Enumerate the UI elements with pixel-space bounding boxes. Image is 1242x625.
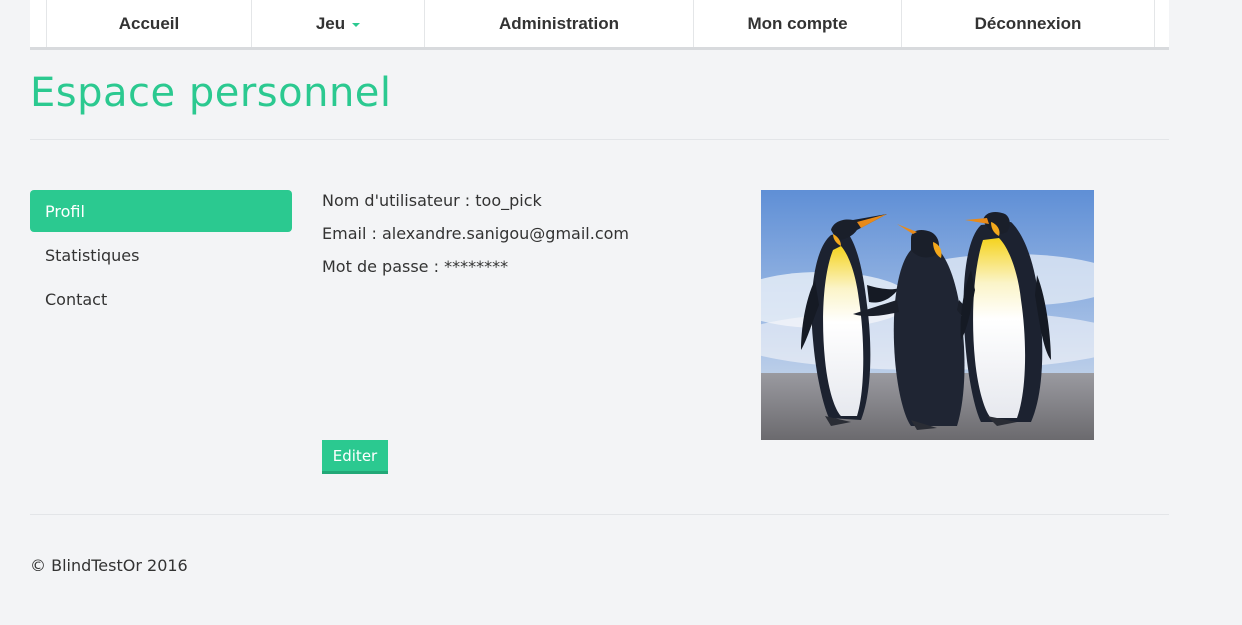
edit-button[interactable]: Editer — [322, 440, 388, 474]
sidebar-item-label: Statistiques — [45, 245, 140, 265]
navbar-left-edge — [30, 0, 47, 47]
footer-divider — [30, 514, 1169, 515]
nav-item-label: Mon compte — [747, 13, 848, 33]
sidebar-item-contact[interactable]: Contact — [30, 278, 292, 320]
page-title: Espace personnel — [30, 70, 392, 116]
nav-item-accueil[interactable]: Accueil — [47, 0, 252, 47]
nav-item-label: Déconnexion — [974, 13, 1082, 33]
profile-avatar-image — [761, 190, 1094, 440]
title-divider — [30, 139, 1169, 140]
sidebar-item-statistiques[interactable]: Statistiques — [30, 234, 292, 276]
nav-item-deconnexion[interactable]: Déconnexion — [902, 0, 1155, 47]
nav-item-label: Jeu — [315, 13, 346, 33]
username-text: Nom d'utilisateur : too_pick — [322, 191, 542, 210]
penguins-photo-icon — [761, 190, 1094, 440]
nav-item-jeu[interactable]: Jeu — [252, 0, 425, 47]
caret-down-icon — [352, 23, 361, 27]
top-navbar: Accueil Jeu Administration Mon compte Dé… — [30, 0, 1169, 50]
nav-item-administration[interactable]: Administration — [425, 0, 694, 47]
sidebar-item-label: Contact — [45, 289, 108, 309]
nav-item-label: Accueil — [118, 13, 180, 33]
password-text: Mot de passe : ******** — [322, 257, 509, 276]
sidebar-item-profil[interactable]: Profil — [30, 190, 292, 232]
email-text: Email : alexandre.sanigou@gmail.com — [322, 224, 629, 243]
nav-item-label: Administration — [499, 13, 619, 33]
nav-item-mon-compte[interactable]: Mon compte — [694, 0, 902, 47]
footer-copyright: © BlindTestOr 2016 — [30, 556, 188, 575]
sidebar-item-label: Profil — [45, 201, 85, 221]
